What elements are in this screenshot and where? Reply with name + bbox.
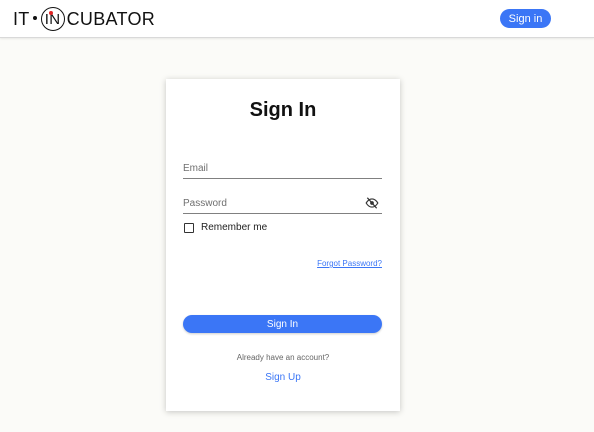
password-field[interactable] [183, 192, 382, 213]
header-sign-in-button[interactable]: Sign in [500, 9, 551, 28]
logo-suffix: CUBATOR [66, 8, 156, 29]
logo-dot-icon [32, 16, 37, 20]
email-field-wrapper [183, 157, 382, 179]
sign-in-submit-button[interactable]: Sign In [183, 315, 382, 333]
remember-me-label: Remember me [201, 222, 268, 233]
remember-me-checkbox[interactable] [184, 222, 194, 233]
top-header: IT IN CUBATOR Sign in [0, 0, 594, 38]
email-field[interactable] [183, 157, 382, 178]
sign-up-link[interactable]: Sign Up [166, 372, 400, 383]
page-title: Sign In [249, 99, 317, 121]
forgot-password-link[interactable]: Forgot Password? [317, 259, 382, 268]
logo-circle: IN [40, 7, 65, 31]
already-have-account-text: Already have an account? [236, 353, 330, 362]
password-field-wrapper [183, 192, 382, 214]
logo-red-dot-icon [48, 11, 53, 15]
logo-prefix: IT [13, 8, 30, 29]
sign-in-card: Sign In Remember me Forgot Password? Sig… [166, 79, 400, 411]
eye-off-icon[interactable] [365, 197, 379, 209]
remember-me-row[interactable]: Remember me [184, 222, 267, 233]
it-incubator-logo[interactable]: IT IN CUBATOR [13, 7, 155, 31]
